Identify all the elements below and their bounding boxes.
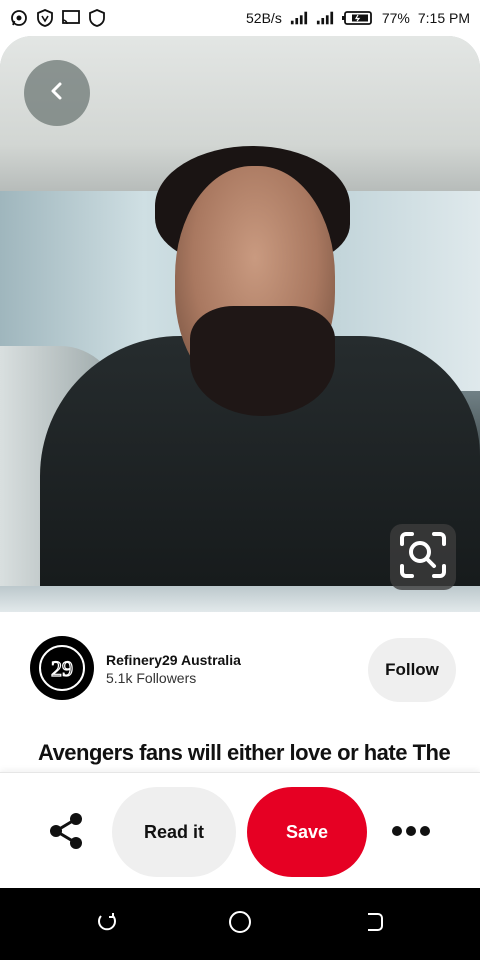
follow-button[interactable]: Follow bbox=[368, 638, 456, 702]
visual-search-button[interactable] bbox=[390, 524, 456, 590]
recents-button[interactable] bbox=[93, 910, 121, 938]
pin-image[interactable] bbox=[0, 36, 480, 612]
battery-level: 77% bbox=[381, 10, 410, 26]
back-nav-button[interactable] bbox=[360, 910, 388, 938]
signal-icon bbox=[290, 9, 308, 27]
status-right: 52B/s 77% 7:15 PM bbox=[246, 9, 470, 27]
back-button[interactable] bbox=[24, 60, 90, 126]
whatsapp-icon bbox=[10, 9, 28, 27]
beard bbox=[190, 306, 335, 416]
more-horizontal-icon bbox=[391, 824, 431, 842]
home-icon bbox=[227, 909, 253, 940]
creator-row: 29 Refinery29 Australia 5.1k Followers F… bbox=[0, 636, 480, 704]
pin-closeup-screen: 29 Refinery29 Australia 5.1k Followers F… bbox=[0, 36, 480, 888]
lens-search-icon bbox=[398, 530, 448, 585]
home-button[interactable] bbox=[226, 910, 254, 938]
more-button[interactable] bbox=[388, 813, 434, 853]
recents-icon bbox=[95, 910, 119, 939]
status-bar: 52B/s 77% 7:15 PM bbox=[0, 0, 480, 36]
system-nav-bar bbox=[0, 888, 480, 960]
battery-icon bbox=[341, 9, 374, 27]
clock: 7:15 PM bbox=[417, 10, 470, 26]
shield-v-icon bbox=[36, 9, 54, 27]
pin-title: Avengers fans will either love or hate T… bbox=[38, 740, 451, 765]
action-bar: Read it Save bbox=[0, 772, 480, 888]
shield-icon bbox=[88, 9, 106, 27]
svg-text:29: 29 bbox=[51, 656, 73, 681]
share-icon bbox=[48, 812, 84, 855]
cast-icon bbox=[62, 9, 80, 27]
read-it-button[interactable]: Read it bbox=[112, 787, 236, 877]
avatar[interactable]: 29 bbox=[30, 636, 94, 700]
refinery29-logo: 29 bbox=[39, 645, 85, 691]
creator-followers: 5.1k Followers bbox=[106, 670, 197, 686]
chevron-left-icon bbox=[47, 81, 67, 106]
status-left bbox=[10, 9, 106, 27]
creator-name[interactable]: Refinery29 Australia bbox=[106, 652, 241, 668]
share-button[interactable] bbox=[44, 811, 88, 855]
back-icon bbox=[362, 910, 386, 939]
save-button[interactable]: Save bbox=[247, 787, 367, 877]
network-speed: 52B/s bbox=[246, 10, 282, 26]
signal-4g-icon bbox=[316, 9, 334, 27]
